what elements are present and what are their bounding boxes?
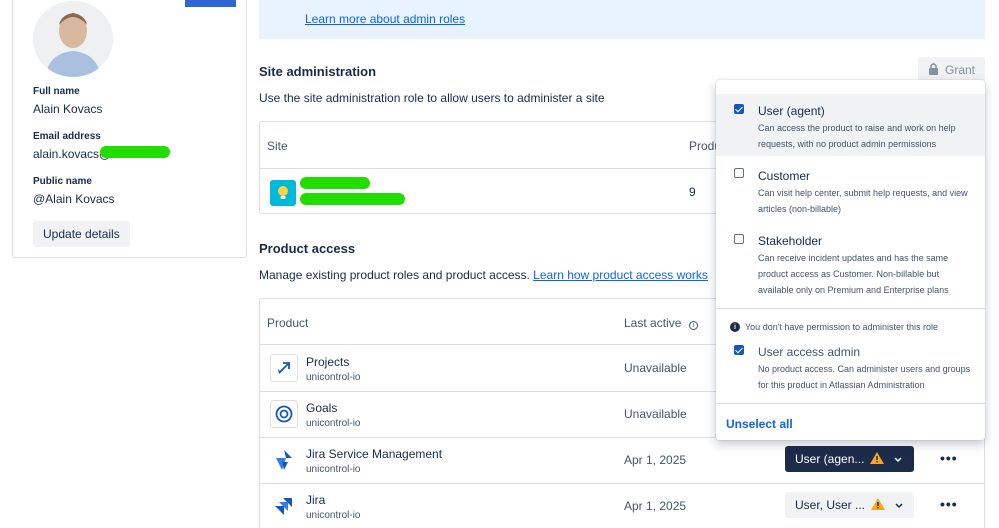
role-checkbox[interactable] — [734, 234, 744, 244]
update-details-button[interactable]: Update details — [33, 221, 130, 247]
role-option-customer[interactable]: Customer Can visit help center, submit h… — [716, 160, 985, 220]
product-site: unicontrol-io — [306, 418, 361, 429]
product-access-description: Manage existing product roles and produc… — [259, 268, 708, 282]
unselect-all-button[interactable]: Unselect all — [726, 417, 793, 431]
jira-more-actions-button[interactable]: ••• — [940, 496, 958, 512]
last-active-column-header: Last active i — [624, 316, 698, 330]
jira-service-management-icon — [270, 446, 298, 474]
role-option-desc: Can visit help center, submit help reque… — [758, 188, 968, 214]
role-select-label: User (agen... — [795, 452, 865, 466]
site-column-header: Site — [267, 139, 288, 153]
product-access-desc-text: Manage existing product roles and produc… — [259, 268, 530, 282]
permission-note-text: You don't have permission to administer … — [745, 322, 938, 332]
product-name: Jira Service Management — [306, 447, 443, 461]
role-option-desc: Can receive incident updates and has the… — [758, 253, 949, 295]
role-select-label: User, User ... — [795, 498, 866, 512]
product-name: Projects — [306, 355, 350, 369]
goals-icon — [270, 400, 298, 428]
product-access-title: Product access — [259, 241, 356, 256]
jira-icon — [270, 492, 298, 520]
site-name-redaction — [300, 177, 370, 189]
product-site: unicontrol-io — [306, 510, 361, 521]
role-option-title: Customer — [758, 169, 811, 183]
learn-admin-roles-link[interactable]: Learn more about admin roles — [305, 12, 465, 26]
role-option-stakeholder[interactable]: Stakeholder Can receive incident updates… — [716, 226, 985, 302]
site-admin-title: Site administration — [259, 64, 377, 79]
last-active-value: Unavailable — [624, 407, 687, 421]
permission-note: i You don't have permission to administe… — [730, 322, 938, 332]
chevron-down-icon — [894, 452, 902, 466]
email-label: Email address — [33, 131, 101, 142]
role-option-user-agent[interactable]: User (agent) Can access the product to r… — [716, 94, 985, 156]
product-access-learn-link[interactable]: Learn how product access works — [533, 268, 708, 282]
chevron-down-icon — [895, 498, 903, 512]
role-checkbox[interactable] — [734, 104, 744, 114]
jsm-more-actions-button[interactable]: ••• — [940, 450, 958, 466]
role-option-title: User (agent) — [758, 104, 825, 118]
email-redaction — [100, 146, 170, 158]
site-url-redaction — [300, 193, 405, 205]
jira-role-select[interactable]: User, User ... — [785, 492, 914, 518]
site-admin-description: Use the site administration role to allo… — [259, 91, 605, 105]
role-checkbox[interactable] — [734, 168, 744, 178]
role-option-title: User access admin — [758, 345, 861, 359]
public-name-value: @Alain Kovacs — [33, 192, 115, 206]
full-name-value: Alain Kovacs — [33, 102, 103, 116]
role-dropdown-menu: User (agent) Can access the product to r… — [716, 80, 985, 440]
role-option-desc: Can access the product to raise and work… — [758, 123, 956, 149]
product-name: Goals — [306, 401, 338, 415]
warning-icon — [870, 451, 885, 467]
product-name: Jira — [306, 493, 326, 507]
last-active-label: Last active — [624, 316, 682, 330]
last-active-value: Apr 1, 2025 — [624, 453, 687, 467]
last-active-value: Apr 1, 2025 — [624, 499, 687, 513]
product-site: unicontrol-io — [306, 372, 361, 383]
last-active-value: Unavailable — [624, 361, 687, 375]
jsm-role-select[interactable]: User (agen... — [785, 446, 914, 472]
warning-icon — [871, 497, 886, 513]
role-option-desc: No product access. Can administer users … — [758, 364, 971, 390]
lightbulb-icon — [270, 180, 296, 206]
active-tab-indicator — [185, 0, 236, 7]
full-name-label: Full name — [33, 86, 80, 97]
role-checkbox[interactable] — [734, 345, 744, 355]
public-name-label: Public name — [33, 176, 92, 187]
product-column-header: Product — [267, 316, 309, 330]
projects-icon — [270, 354, 298, 382]
site-products-count: 9 — [689, 185, 696, 199]
info-icon: i — [730, 322, 740, 332]
avatar — [33, 1, 113, 77]
role-option-user-access-admin[interactable]: User access admin No product access. Can… — [716, 342, 985, 402]
profile-card: Full name Alain Kovacs Email address ala… — [12, 0, 247, 258]
role-option-title: Stakeholder — [758, 234, 823, 248]
product-site: unicontrol-io — [306, 464, 361, 475]
info-icon[interactable]: i — [688, 321, 698, 330]
grant-button-label: Grant — [944, 63, 975, 77]
lock-icon — [928, 62, 939, 78]
